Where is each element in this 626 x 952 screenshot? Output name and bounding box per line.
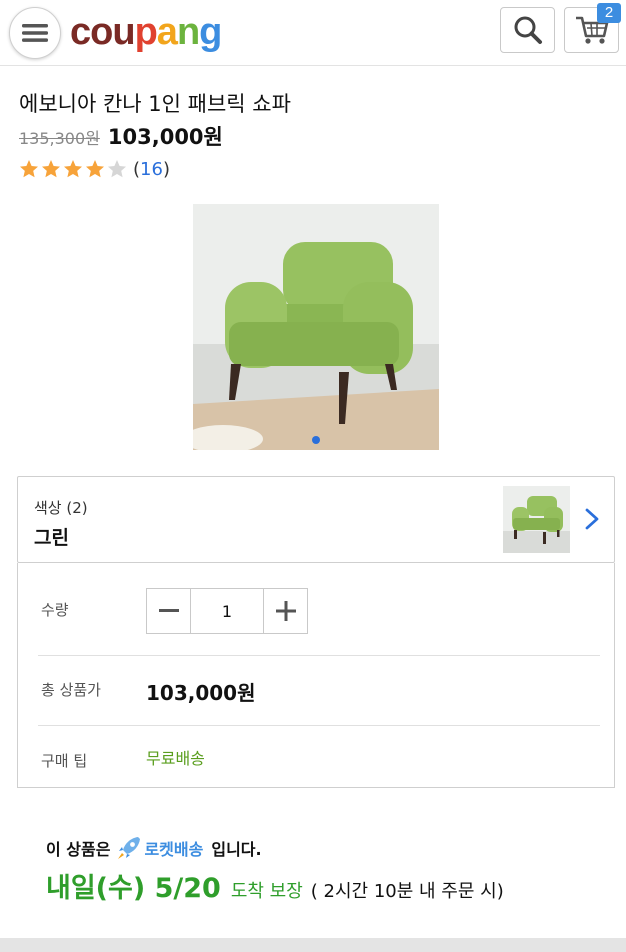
arrival-date: 내일(수) 5/20 [46, 873, 221, 904]
logo-letter: u [112, 11, 135, 53]
rocket-icon [118, 837, 141, 859]
top-header: coupang 2 [0, 0, 626, 66]
cart-count-badge: 2 [597, 3, 621, 23]
coupang-logo[interactable]: coupang [70, 10, 222, 54]
product-image[interactable] [193, 204, 439, 450]
purchase-info-box: 수량 총 상품가 구매 팁 [17, 563, 615, 788]
tip-row: 구매 팁 [38, 726, 600, 788]
star-filled-icon [86, 160, 104, 178]
quantity-value[interactable]: 1 [191, 589, 263, 633]
quantity-label: 수량 [41, 601, 69, 619]
arrival-condition: ( 2시간 10분 내 주문 시) [310, 881, 504, 902]
star-filled-icon [42, 160, 60, 178]
product-title: 에보니아 칸나 1인 패브릭 쇼파 [19, 92, 291, 116]
plus-icon [275, 601, 296, 621]
price-row: 135,300원 103,000원 [19, 121, 223, 151]
review-count-value: 16 [140, 158, 163, 180]
option-thumbnail [503, 486, 570, 553]
original-price: 135,300원 [19, 129, 100, 148]
tip-label: 구매 팁 [41, 752, 88, 770]
free-shipping-tip: 무료배송 [146, 749, 205, 768]
search-icon [514, 16, 542, 44]
quantity-row: 수량 [38, 563, 600, 656]
rocket-delivery-line: 이 상품은 로켓배송 입니다. [46, 834, 262, 862]
quantity-stepper[interactable]: 1 [146, 588, 308, 634]
quantity-decrease-button[interactable] [147, 589, 191, 633]
logo-letter: n [176, 11, 200, 53]
star-rating [19, 159, 129, 179]
logo-letter: p [134, 11, 158, 53]
sale-price: 103,000원 [107, 125, 223, 149]
carousel-dot-active[interactable] [312, 436, 320, 444]
total-price-value: 103,000원 [146, 681, 256, 705]
star-filled-icon [20, 160, 38, 178]
bottom-divider [0, 938, 626, 952]
minus-icon [158, 609, 179, 612]
review-count[interactable]: (16) [133, 159, 170, 180]
menu-button[interactable] [9, 7, 61, 59]
logo-letter: a [156, 11, 178, 53]
search-button[interactable] [500, 7, 555, 53]
menu-icon [22, 24, 48, 42]
quantity-increase-button[interactable] [263, 589, 307, 633]
star-filled-icon [64, 160, 82, 178]
rating-row[interactable]: (16) [19, 156, 170, 182]
logo-letter: c [70, 11, 91, 53]
total-label: 총 상품가 [41, 681, 101, 699]
arrival-guarantee: 도착 보장 [230, 881, 303, 902]
chevron-right-icon [585, 508, 599, 530]
logo-letter: g [199, 11, 222, 53]
total-row: 총 상품가 [38, 656, 600, 726]
rocket-brand: 로켓배송 [144, 840, 204, 859]
logo-letter: o [90, 11, 113, 53]
color-option-selector[interactable]: 색상 (2) 그린 [17, 476, 615, 563]
star-empty-icon [108, 160, 126, 178]
sofa-image [193, 204, 439, 450]
option-label: 색상 (2) [34, 499, 88, 517]
rocket-prefix: 이 상품은 [46, 840, 111, 859]
rocket-suffix: 입니다. [211, 840, 262, 859]
arrival-line: 내일(수) 5/20 도착 보장 ( 2시간 10분 내 주문 시) [46, 866, 504, 904]
option-value: 그린 [34, 527, 69, 549]
